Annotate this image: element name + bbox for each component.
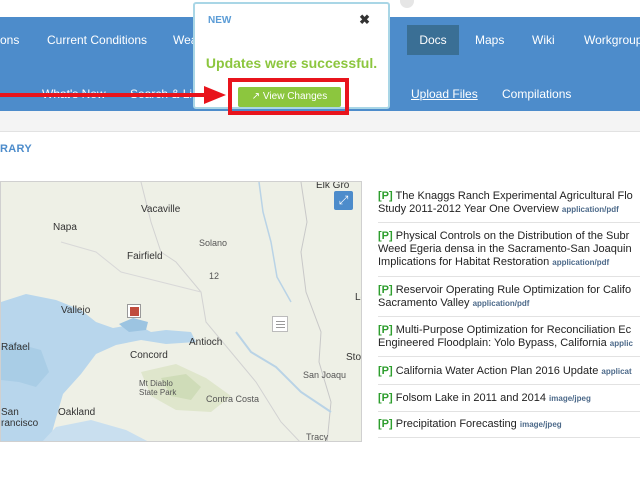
doc-mime: applic [609, 339, 633, 348]
nav-item-wiki[interactable]: Wiki [518, 25, 569, 55]
map-label-stockton: Sto [346, 352, 362, 363]
annotation-arrow-head [204, 86, 226, 104]
doc-mime: image/jpeg [549, 394, 591, 403]
doc-tag: [P] [378, 392, 393, 404]
divider [378, 356, 640, 357]
map-label-vallejo: Vallejo [61, 305, 91, 316]
doc-title-line[interactable]: Sacramento Valley [378, 297, 470, 309]
divider [378, 222, 640, 223]
doc-tag: [P] [378, 230, 393, 242]
doc-title-line[interactable]: Precipitation Forecasting [396, 418, 517, 430]
divider [0, 131, 640, 132]
doc-tag: [P] [378, 284, 393, 296]
map-label-vacaville: Vacaville [141, 204, 181, 215]
doc-tag: [P] [378, 190, 393, 202]
document-item[interactable]: [P] Folsom Lake in 2011 and 2014 image/j… [378, 392, 640, 405]
section-title: RARY [0, 143, 32, 155]
marker-line [276, 321, 285, 322]
map-label-mt-diablo: Mt Diablo State Park [139, 379, 177, 397]
map-label-tracy: Tracy [306, 432, 329, 442]
doc-title-line[interactable]: Study 2011-2012 Year One Overview [378, 203, 559, 215]
map-view[interactable]: Elk Gro Vacaville Napa Solano Fairfield … [0, 181, 362, 442]
divider [378, 316, 640, 317]
map-label-fairfield: Fairfield [127, 251, 163, 262]
map-label-napa: Napa [53, 222, 77, 233]
map-label-contra-costa: Contra Costa [206, 394, 260, 404]
doc-title-line[interactable]: Engineered Floodplain: Yolo Bypass, Cali… [378, 337, 607, 349]
sub-nav-compilations[interactable]: Compilations [502, 80, 571, 109]
annotation-arrow [0, 93, 206, 97]
marker-line [276, 324, 285, 325]
doc-title-line[interactable]: Weed Egeria densa in the Sacramento-San … [378, 243, 632, 255]
doc-mime: image/jpeg [519, 420, 562, 429]
document-item[interactable]: [P] Reservoir Operating Rule Optimizatio… [378, 284, 640, 310]
doc-title-line[interactable]: Folsom Lake in 2011 and 2014 [396, 392, 546, 404]
map-label-lodi: Lo [355, 292, 361, 303]
document-item[interactable]: [P] Multi-Purpose Optimization for Recon… [378, 324, 640, 350]
doc-tag: [P] [378, 418, 393, 430]
doc-title-line[interactable]: California Water Action Plan 2016 Update [396, 365, 599, 377]
doc-mime: application/pdf [561, 205, 619, 214]
map-marker-document[interactable] [272, 316, 288, 332]
doc-title-line[interactable]: Multi-Purpose Optimization for Reconcili… [396, 324, 631, 336]
marker-line [276, 327, 285, 328]
doc-title-line[interactable]: Reservoir Operating Rule Optimization fo… [396, 284, 631, 296]
marker-swatch [130, 307, 139, 316]
map-base [1, 182, 361, 441]
doc-mime: application/pdf [552, 258, 610, 267]
doc-title-line[interactable]: Physical Controls on the Distribution of… [396, 230, 630, 242]
popup-label: NEW [208, 15, 232, 26]
map-label-elk-grove: Elk Gro [316, 181, 350, 191]
map-label-rafael: Rafael [1, 342, 30, 353]
close-icon[interactable]: ✖ [359, 12, 370, 28]
divider [378, 276, 640, 277]
expand-icon[interactable]: ⤢ [334, 191, 353, 210]
nav-item-current-conditions[interactable]: Current Conditions [33, 25, 161, 55]
map-label-concord: Concord [130, 350, 168, 361]
map-label-san: San [1, 407, 19, 418]
document-item[interactable]: [P] The Knaggs Ranch Experimental Agricu… [378, 190, 640, 216]
doc-mime: application/pdf [472, 299, 530, 308]
document-item[interactable]: [P] Physical Controls on the Distributio… [378, 230, 640, 269]
map-label-solano: Solano [199, 238, 228, 248]
map-label-san-joaquin: San Joaqu [303, 370, 347, 380]
doc-title-line[interactable]: The Knaggs Ranch Experimental Agricultur… [396, 190, 633, 202]
map-label-antioch: Antioch [189, 337, 223, 348]
doc-mime: applicat [601, 367, 632, 376]
popup-message: Updates were successful. [205, 55, 378, 71]
divider [378, 384, 640, 385]
nav-item-ons[interactable]: ons [0, 25, 33, 55]
divider [378, 437, 640, 438]
nav-item-workgroup[interactable]: Workgroup [570, 25, 640, 55]
document-item[interactable]: [P] California Water Action Plan 2016 Up… [378, 365, 640, 378]
doc-title-line[interactable]: Implications for Habitat Restoration [378, 256, 549, 268]
annotation-highlight-box [228, 78, 349, 115]
map-marker-pdf[interactable] [127, 304, 141, 318]
document-item[interactable]: [P] Precipitation Forecasting image/jpeg [378, 418, 640, 431]
nav-item-maps[interactable]: Maps [461, 25, 518, 55]
doc-tag: [P] [378, 324, 393, 336]
divider [378, 411, 640, 412]
nav-item-docs[interactable]: Docs [407, 25, 459, 55]
map-label-route-12: 12 [209, 271, 220, 281]
map-label-oakland: Oakland [58, 407, 96, 418]
doc-tag: [P] [378, 365, 393, 377]
map-label-san-francisco: rancisco [1, 418, 39, 429]
sub-nav-upload-files[interactable]: Upload Files [411, 80, 478, 109]
logo-fragment [400, 0, 414, 8]
